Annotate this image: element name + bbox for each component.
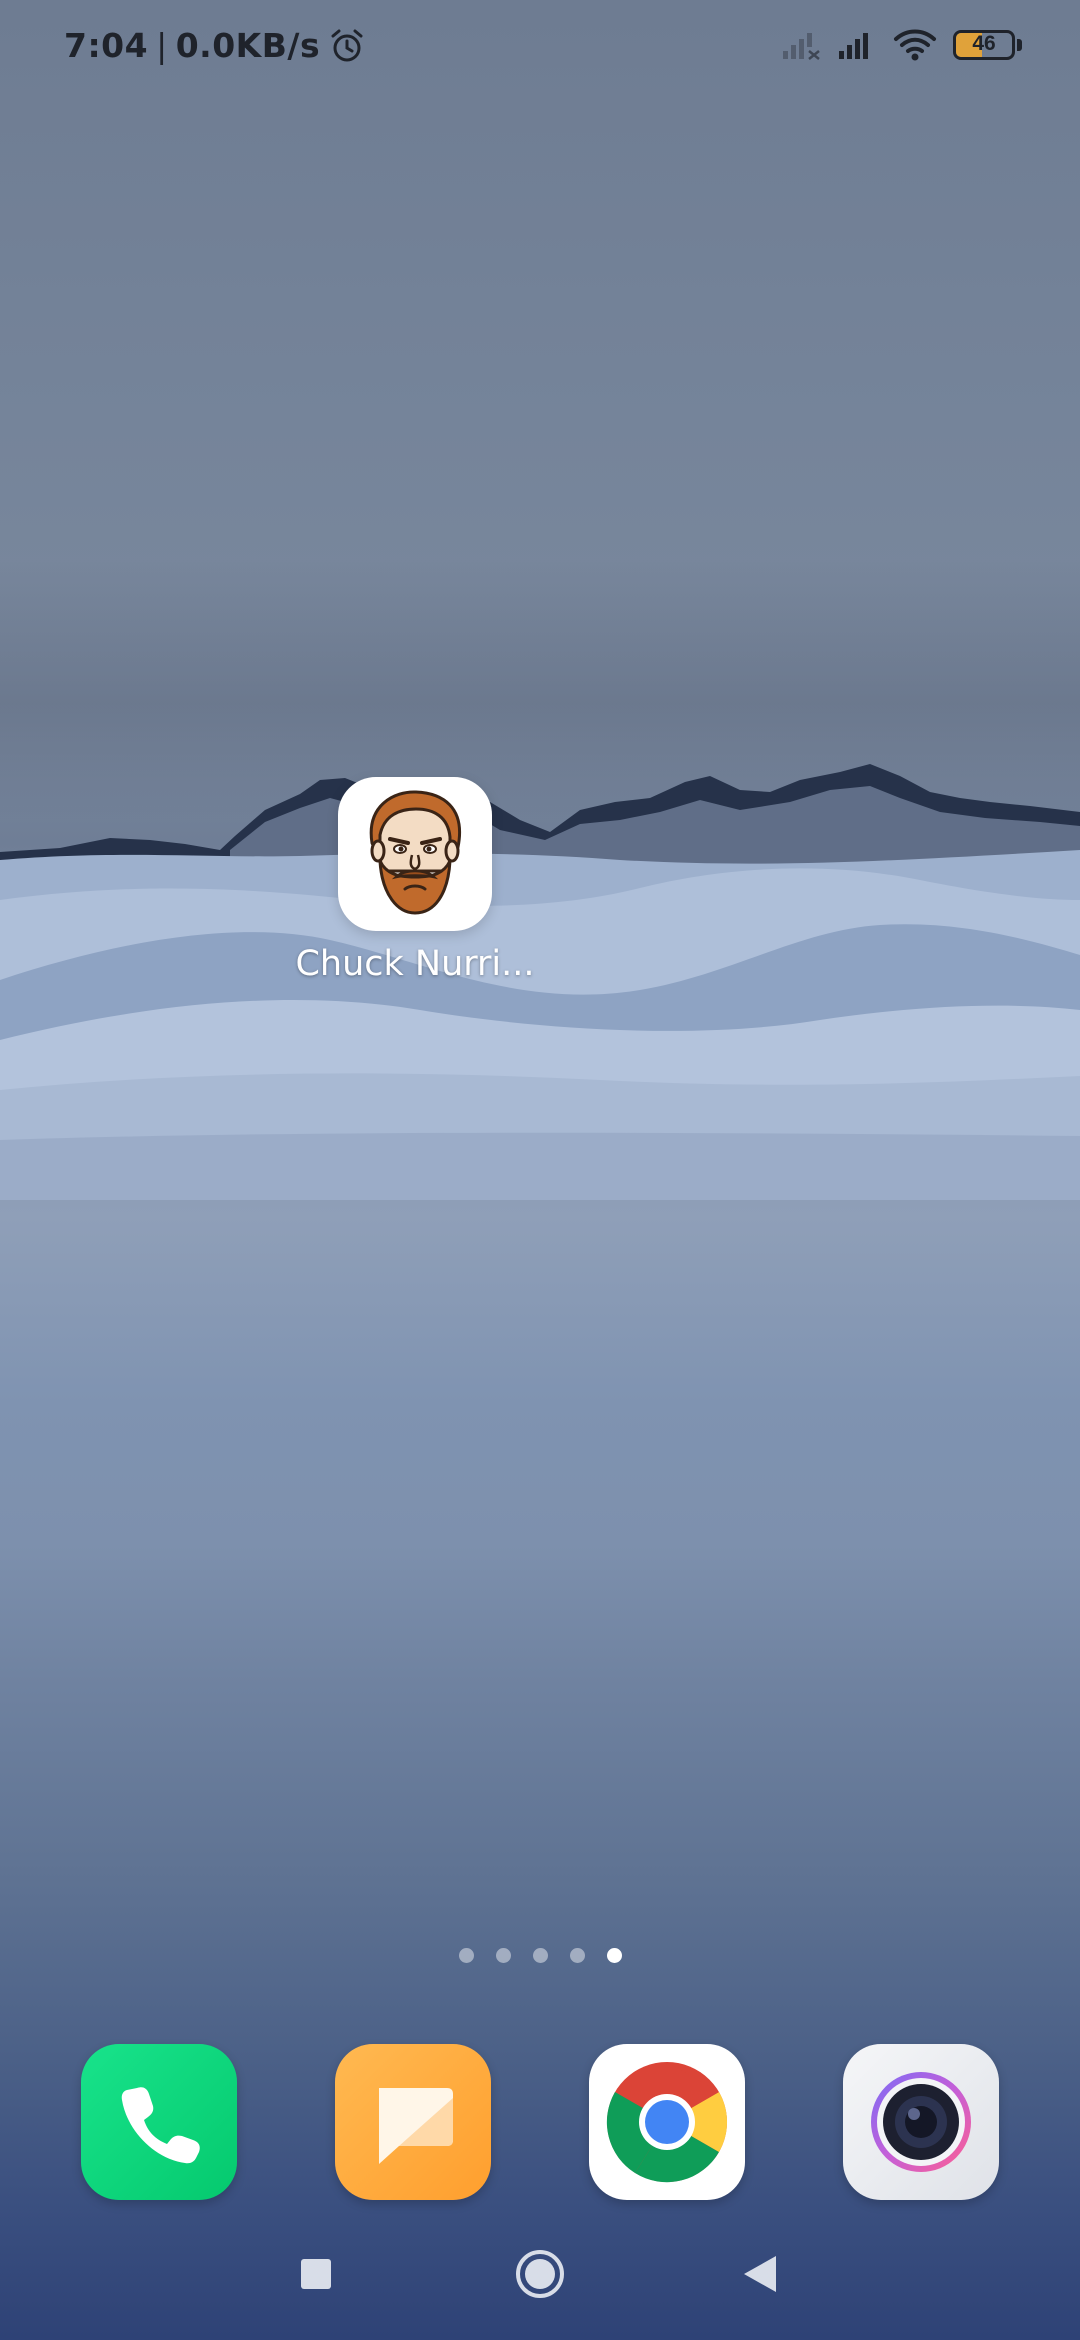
page-dot[interactable] <box>569 1948 585 1963</box>
no-signal-icon <box>783 33 820 60</box>
dock-camera-app[interactable] <box>843 2044 999 2200</box>
status-separator: | <box>156 26 168 65</box>
chuck-norris-face-icon <box>369 790 461 915</box>
dock-chrome-app[interactable] <box>589 2044 745 2200</box>
status-bar: 7:04 | 0.0KB/s 46 <box>0 0 1080 96</box>
recents-button[interactable] <box>274 2232 358 2316</box>
dock-messages-app[interactable] <box>335 2044 491 2200</box>
status-left: 7:04 | 0.0KB/s <box>64 26 366 65</box>
clock: 7:04 <box>64 26 149 65</box>
wifi-icon <box>894 29 936 61</box>
page-dot-active[interactable] <box>606 1948 622 1963</box>
back-button[interactable] <box>718 2232 802 2316</box>
home-button[interactable] <box>498 2232 582 2316</box>
battery-indicator: 46 <box>953 30 1015 60</box>
status-right: 46 <box>781 28 1022 62</box>
app-label-chuck-norris[interactable]: Chuck Nurri... <box>280 944 550 984</box>
battery-level: 46 <box>972 32 996 55</box>
page-dot[interactable] <box>532 1948 548 1963</box>
page-dot[interactable] <box>495 1948 511 1963</box>
alarm-clock-icon <box>331 29 363 61</box>
battery-tip <box>1017 39 1022 51</box>
chrome-icon <box>606 2062 728 2183</box>
phone-icon <box>121 2087 200 2164</box>
home-screen: 7:04 | 0.0KB/s 46 Chuck Nurri... <box>0 0 1080 2340</box>
circle-home-icon <box>516 2250 564 2298</box>
dock-phone-app[interactable] <box>81 2044 237 2200</box>
page-dot[interactable] <box>458 1948 474 1963</box>
square-recents-icon <box>301 2259 331 2289</box>
camera-icon <box>871 2072 971 2172</box>
network-speed: 0.0KB/s <box>175 26 321 65</box>
triangle-back-icon <box>744 2256 776 2292</box>
messages-icon <box>379 2088 453 2164</box>
navigation-bar <box>0 2232 1080 2316</box>
cell-signal-icon <box>839 33 868 59</box>
page-indicator <box>0 1948 1080 1963</box>
app-icon-chuck-norris[interactable] <box>338 777 492 931</box>
